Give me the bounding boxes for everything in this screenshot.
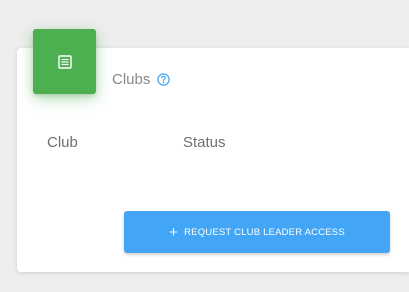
column-header-status: Status (183, 134, 226, 151)
card-header-tile (33, 29, 96, 94)
card-title-row: Clubs (112, 71, 171, 88)
help-icon[interactable] (157, 73, 171, 86)
list-icon (57, 54, 72, 69)
request-club-leader-access-button[interactable]: + REQUEST CLUB LEADER ACCESS (124, 211, 390, 253)
column-header-club: Club (47, 134, 78, 151)
card-title: Clubs (112, 71, 151, 88)
request-button-label: REQUEST CLUB LEADER ACCESS (184, 226, 345, 238)
plus-icon: + (169, 223, 179, 241)
